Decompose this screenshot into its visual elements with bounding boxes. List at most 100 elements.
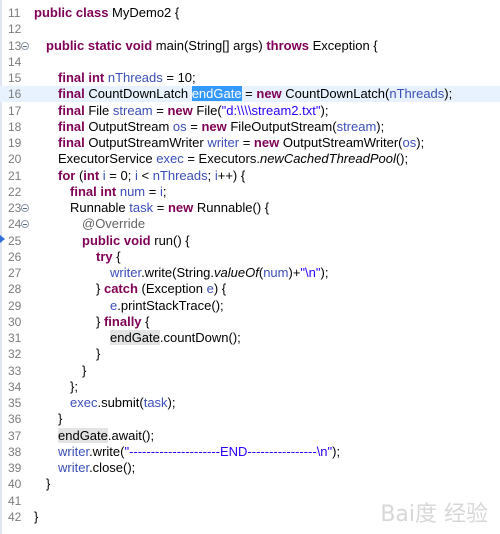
- code-token: new: [167, 102, 197, 118]
- code-token: try: [96, 248, 117, 264]
- code-text[interactable]: writer.close();: [58, 460, 135, 476]
- code-line[interactable]: 23 Runnable task = new Runnable() {: [0, 200, 500, 216]
- override-marker-icon[interactable]: [0, 234, 5, 243]
- code-line[interactable]: 20 ExecutorService exec = Executors.newCa…: [0, 151, 500, 167]
- code-text[interactable]: }: [34, 509, 38, 525]
- code-line[interactable]: 17 final File stream = new File("d:\\\\st…: [0, 103, 500, 119]
- code-text[interactable]: endGate.await();: [58, 427, 155, 444]
- code-token: final: [58, 118, 89, 134]
- line-number: 27: [8, 266, 22, 280]
- code-token: throws: [266, 37, 313, 53]
- code-token: );: [416, 135, 425, 150]
- code-token: final int: [58, 70, 108, 85]
- code-text[interactable]: public static void main(String[] args) t…: [46, 38, 378, 54]
- code-token: MyDemo2 {: [112, 5, 180, 20]
- code-token: new: [256, 86, 286, 102]
- code-line[interactable]: 38 writer.write("---------------------END…: [0, 444, 500, 460]
- code-text[interactable]: public class MyDemo2 {: [34, 5, 179, 21]
- code-token: os: [172, 118, 187, 134]
- code-text[interactable]: final File stream = new File("d:\\\\stre…: [58, 103, 328, 119]
- code-line[interactable]: 32}: [0, 346, 500, 362]
- watermark: Bai度 经验: [380, 502, 488, 527]
- code-text[interactable]: @Override: [82, 216, 145, 232]
- code-line[interactable]: 24 @Override: [0, 216, 500, 232]
- code-token: =: [241, 86, 257, 102]
- code-line[interactable]: 36}: [0, 411, 500, 427]
- code-line[interactable]: 11 public class MyDemo2 {: [0, 5, 500, 21]
- code-text[interactable]: }: [82, 363, 86, 379]
- code-line[interactable]: 29 e.printStackTrace();: [0, 298, 500, 314]
- code-token: OutputStreamWriter(: [282, 135, 403, 150]
- code-token: stream: [336, 118, 377, 134]
- code-token: int: [83, 167, 103, 183]
- code-text[interactable]: };: [70, 379, 78, 395]
- code-token: main(String[] args): [155, 37, 267, 53]
- code-text[interactable]: writer.write("---------------------END--…: [58, 444, 340, 460]
- code-line[interactable]: 15 final int nThreads = 10;: [0, 70, 500, 86]
- code-text[interactable]: endGate.countDown();: [110, 330, 241, 346]
- code-text[interactable]: writer.write(String.valueOf(num)+"\n");: [110, 265, 328, 281]
- code-token: exec: [156, 151, 184, 167]
- line-number: 21: [8, 168, 22, 183]
- code-editor[interactable]: 11 public class MyDemo2 {12 13 public stati…: [0, 0, 500, 534]
- line-number: 37: [8, 428, 22, 443]
- code-text[interactable]: e.printStackTrace();: [110, 298, 224, 314]
- code-text[interactable]: final int num = i;: [70, 184, 166, 200]
- code-token: }: [58, 411, 63, 427]
- code-text[interactable]: }: [46, 476, 50, 492]
- code-text[interactable]: public void run() {: [82, 233, 190, 249]
- code-token: ;: [207, 167, 215, 183]
- code-text[interactable]: final CountDownLatch endGate = new Count…: [58, 86, 452, 102]
- code-line[interactable]: 39 writer.close();: [0, 460, 500, 476]
- code-token: final: [58, 86, 89, 102]
- code-line[interactable]: 26 try {: [0, 249, 500, 265]
- code-token: );: [320, 102, 329, 118]
- fold-toggle-icon[interactable]: [21, 41, 29, 50]
- code-token: writer: [207, 135, 240, 150]
- code-line[interactable]: 37 endGate.await();: [0, 427, 500, 444]
- code-line[interactable]: 31 endGate.countDown();: [0, 330, 500, 346]
- code-text[interactable]: }: [96, 346, 100, 362]
- code-line[interactable]: 13 public static void main(String[] args)…: [0, 38, 500, 54]
- code-text[interactable]: } finally {: [96, 314, 150, 330]
- code-line[interactable]: 35 exec.submit(task);: [0, 395, 500, 411]
- code-text[interactable]: for (int i = 0; i < nThreads; i++) {: [58, 168, 245, 184]
- code-text[interactable]: Runnable task = new Runnable() {: [70, 200, 269, 216]
- code-token: }: [82, 362, 87, 378]
- line-number: 28: [8, 282, 22, 297]
- code-line[interactable]: 21 for (int i = 0; i < nThreads; i++) {: [0, 168, 500, 184]
- code-text[interactable]: }: [58, 411, 62, 427]
- code-line[interactable]: 25 public void run() {: [0, 233, 500, 249]
- code-text[interactable]: } catch (Exception e) {: [96, 281, 226, 297]
- code-token: .await();: [107, 427, 155, 443]
- code-line[interactable]: 22 final int num = i;: [0, 184, 500, 200]
- code-line[interactable]: 14: [0, 54, 500, 70]
- code-line[interactable]: 27 writer.write(String.valueOf(num)+"\n")…: [0, 265, 500, 281]
- code-token: .write(String.: [141, 265, 215, 280]
- code-line[interactable]: 12: [0, 21, 500, 37]
- code-token: final int: [70, 183, 120, 199]
- code-text[interactable]: final int nThreads = 10;: [58, 70, 196, 86]
- code-line[interactable]: 34};: [0, 379, 500, 395]
- code-token: };: [70, 378, 78, 394]
- fold-toggle-icon[interactable]: [21, 204, 29, 212]
- code-text[interactable]: ExecutorService exec = Executors.newCach…: [58, 151, 408, 167]
- code-token: (Exception: [141, 281, 207, 297]
- code-text[interactable]: final OutputStream os = new FileOutputSt…: [58, 119, 384, 135]
- line-number: 25: [8, 233, 22, 248]
- code-text[interactable]: exec.submit(task);: [70, 395, 176, 411]
- line-number: 32: [8, 347, 22, 362]
- code-line[interactable]: 19 final OutputStreamWriter writer = new …: [0, 135, 500, 151]
- code-line[interactable]: 18 final OutputStream os = new FileOutput…: [0, 119, 500, 135]
- code-line[interactable]: 28 } catch (Exception e) {: [0, 281, 500, 297]
- code-text[interactable]: final OutputStreamWriter writer = new Ou…: [58, 135, 424, 151]
- code-token: CountDownLatch: [88, 86, 192, 102]
- code-token: File(: [196, 102, 222, 118]
- line-number: 33: [8, 363, 22, 378]
- code-token: )+: [288, 265, 301, 280]
- code-line[interactable]: 16 final CountDownLatch endGate = new Cou…: [0, 86, 500, 103]
- code-line[interactable]: 40}: [0, 476, 500, 492]
- code-line[interactable]: 30} finally {: [0, 314, 500, 330]
- code-line[interactable]: 33}: [0, 363, 500, 379]
- code-text[interactable]: try {: [96, 249, 121, 265]
